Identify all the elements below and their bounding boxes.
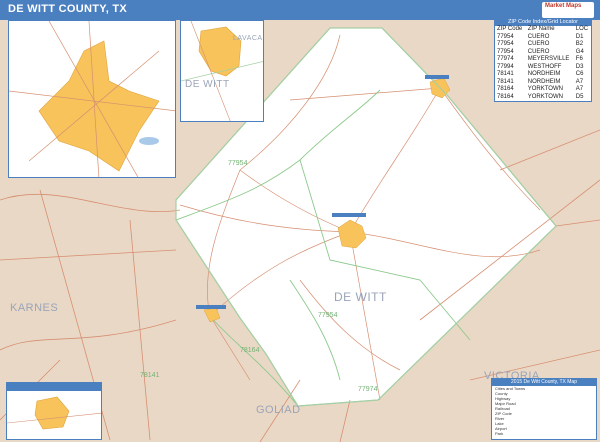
cell: 77994 <box>497 63 514 70</box>
cell: CUERO <box>527 33 550 40</box>
inset-neighbor-label: LAVACA <box>233 35 263 42</box>
table-row: 77974 MEYERSVILLE F6 <box>495 56 591 64</box>
cell: A7 <box>575 78 584 85</box>
cell: 78141 <box>497 71 514 77</box>
table-row: 78141 NORDHEIM C6 <box>495 71 591 79</box>
cell: B2 <box>575 41 584 47</box>
table-header-row: ZIP Code ZIP Name LOC <box>495 26 591 34</box>
col-header: ZIP Name <box>527 26 555 32</box>
inset-city-yorktown <box>6 382 102 440</box>
col-header: LOC <box>575 26 589 32</box>
inset-city-cuero <box>8 20 176 178</box>
town-tag[interactable] <box>425 75 449 79</box>
table-row: 77954 CUERO G4 <box>495 49 591 57</box>
cell: CUERO <box>527 48 550 55</box>
cell: D5 <box>575 93 584 100</box>
cell: D3 <box>575 63 584 70</box>
cell: 78164 <box>497 93 514 100</box>
table-row: 78141 NORDHEIM A7 <box>495 79 591 87</box>
inset-county-label: DE WITT <box>185 79 230 90</box>
town-tag[interactable] <box>332 213 366 217</box>
table-row: 78164 YORKTOWN A7 <box>495 86 591 94</box>
inset-cuero-svg <box>9 21 175 177</box>
cell: F6 <box>575 56 583 62</box>
zip-label: 77954 <box>228 160 248 167</box>
inset-city-yoakum: DE WITT LAVACA <box>180 20 264 122</box>
inset-yorktown-svg <box>7 396 101 430</box>
cell: NORDHEIM <box>527 78 561 85</box>
inset-cuero-city <box>38 40 160 172</box>
zip-label: 78141 <box>140 372 160 379</box>
cell: C6 <box>575 71 584 77</box>
zip-label: 77954 <box>318 312 338 319</box>
cell: 77954 <box>497 41 514 47</box>
zip-locator-table: ZIP Code Index/Grid Locator ZIP Code ZIP… <box>494 18 592 102</box>
logo-text: Market Maps <box>545 3 582 9</box>
cell: NORDHEIM <box>527 71 561 77</box>
cell: YORKTOWN <box>527 86 563 92</box>
neighbor-karnes: KARNES <box>10 302 59 314</box>
legend-heading: 2015 De Witt County, TX Map <box>492 379 596 386</box>
cell: 77954 <box>497 48 514 55</box>
table-row: 77954 CUERO D1 <box>495 34 591 42</box>
table-row: 77994 WESTHOFF D3 <box>495 64 591 72</box>
col-header: ZIP Code <box>497 26 523 32</box>
cell: 78141 <box>497 78 514 85</box>
locator-heading: ZIP Code Index/Grid Locator <box>495 19 591 26</box>
map-title: DE WITT COUNTY, TX <box>8 3 128 15</box>
cell: 78164 <box>497 86 514 92</box>
cell: D1 <box>575 33 584 40</box>
locator-grid: ZIP Code ZIP Name LOC 77954 CUERO D1 77954… <box>495 26 591 101</box>
zip-label: 77974 <box>358 386 378 393</box>
table-row: 77954 CUERO B2 <box>495 41 591 49</box>
table-row: 78164 YORKTOWN D5 <box>495 94 591 102</box>
title-bar: DE WITT COUNTY, TX Market Maps <box>0 0 600 20</box>
legend-row: Park <box>495 431 504 436</box>
cell: 77954 <box>497 33 514 40</box>
neighbor-goliad: GOLIAD <box>256 404 301 416</box>
map-legend: 2015 De Witt County, TX Map Cities and T… <box>491 378 597 440</box>
town-tag[interactable] <box>196 305 226 309</box>
zip-label: 78164 <box>240 347 260 354</box>
inset-yorktown-city <box>34 396 70 430</box>
county-label: DE WITT <box>334 290 387 304</box>
cell: YORKTOWN <box>527 93 563 100</box>
cell: MEYERSVILLE <box>527 56 570 62</box>
cell: G4 <box>575 48 584 55</box>
cell: CUERO <box>527 41 550 47</box>
publisher-logo: Market Maps <box>542 2 594 18</box>
cell: 77974 <box>497 56 514 62</box>
cell: A7 <box>575 86 584 92</box>
cell: WESTHOFF <box>527 63 562 70</box>
